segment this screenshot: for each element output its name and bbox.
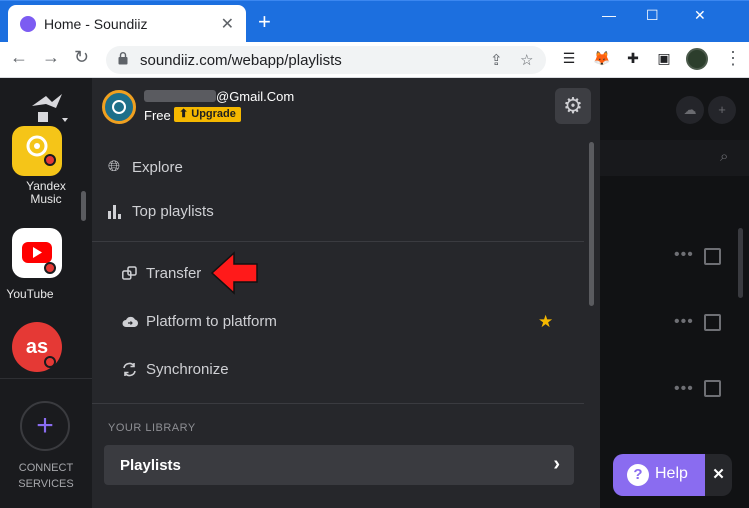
soundiiz-favicon-icon xyxy=(20,16,36,32)
tab-strip: Home - Soundiiz ✕ + — ☐ ✕ xyxy=(0,0,749,43)
library-heading: YOUR LIBRARY xyxy=(108,422,196,434)
lastfm-service[interactable]: as xyxy=(12,322,62,372)
library-item-playlists[interactable]: Playlists › xyxy=(104,445,574,485)
browser-chrome: Home - Soundiiz ✕ + — ☐ ✕ ← → ↻ soundiiz… xyxy=(0,0,749,78)
minimize-button[interactable]: — xyxy=(602,7,616,23)
help-close-button[interactable]: ✕ xyxy=(705,454,732,496)
content-scrollbar[interactable] xyxy=(738,228,743,298)
redacted-username xyxy=(144,90,216,102)
panel-scrollbar[interactable] xyxy=(589,142,594,306)
extensions-icon[interactable]: ✚ xyxy=(624,50,642,68)
help-label: Help xyxy=(655,465,688,482)
menu-item-explore[interactable]: Explore xyxy=(132,159,183,176)
soundiiz-logo-icon[interactable] xyxy=(28,88,72,128)
menu-divider xyxy=(92,241,584,242)
address-bar[interactable]: soundiiz.com/webapp/playlists ⇪ ☆ xyxy=(106,46,546,74)
services-rail: Yandex Music YouTube as + CONNECT SERVIC… xyxy=(0,78,92,508)
disconnected-badge xyxy=(44,356,56,368)
content-area-dimmed: ☁ + ⌕ ••• ••• ••• ? Help ✕ xyxy=(600,78,749,508)
settings-gear-icon[interactable]: ⚙ xyxy=(555,88,591,124)
menu-item-top-playlists[interactable]: Top playlists xyxy=(132,203,214,220)
menu-divider xyxy=(92,403,584,404)
yandex-music-service[interactable] xyxy=(12,126,62,176)
content-header: ☁ + xyxy=(600,78,749,140)
service-label-yandex: Yandex Music xyxy=(26,179,66,206)
new-tab-button[interactable]: + xyxy=(258,11,271,33)
youtube-service[interactable] xyxy=(12,228,62,278)
upgrade-button[interactable]: ⬆ Upgrade xyxy=(174,107,241,122)
lock-icon xyxy=(118,52,128,65)
cloud-upload-icon[interactable]: ☁ xyxy=(676,96,704,124)
premium-star-icon: ★ xyxy=(538,312,554,331)
question-icon: ? xyxy=(627,464,649,486)
side-panel-icon[interactable]: ▣ xyxy=(655,50,673,68)
url-text: soundiiz.com/webapp/playlists xyxy=(140,52,342,69)
rail-scrollbar[interactable] xyxy=(81,191,86,221)
row-checkbox[interactable] xyxy=(704,314,721,331)
power-icon xyxy=(112,100,126,114)
transfer-icon xyxy=(122,266,137,280)
row-checkbox[interactable] xyxy=(704,248,721,265)
bookmark-star-icon[interactable]: ☆ xyxy=(520,51,533,69)
help-button[interactable]: ? Help xyxy=(613,454,705,496)
connect-services-label: CONNECT SERVICES xyxy=(18,462,74,490)
maximize-button[interactable]: ☐ xyxy=(646,7,659,24)
user-avatar[interactable] xyxy=(102,90,136,124)
navigation-panel: @Gmail.Com Free ⬆ Upgrade ⚙ 🌐︎ Explore T… xyxy=(92,78,600,508)
bar-chart-icon xyxy=(108,205,121,219)
chevron-right-icon: › xyxy=(553,453,560,475)
disconnected-badge xyxy=(44,262,56,274)
share-icon[interactable]: ⇪ xyxy=(490,51,503,69)
menu-item-transfer[interactable]: Transfer xyxy=(146,265,201,282)
close-window-button[interactable]: ✕ xyxy=(694,7,706,24)
rail-divider xyxy=(0,378,92,379)
red-arrow-annotation xyxy=(210,251,258,295)
reload-button[interactable]: ↻ xyxy=(74,47,89,68)
soundiiz-app: Yandex Music YouTube as + CONNECT SERVIC… xyxy=(0,78,749,508)
row-checkbox[interactable] xyxy=(704,380,721,397)
account-email: @Gmail.Com xyxy=(144,89,294,104)
search-icon: ⌕ xyxy=(720,148,729,165)
profile-avatar[interactable] xyxy=(686,48,708,70)
row-more-icon[interactable]: ••• xyxy=(674,380,694,398)
content-search-bar[interactable]: ⌕ xyxy=(600,140,749,176)
service-label-youtube: YouTube xyxy=(6,287,54,301)
reading-list-icon[interactable]: ☰ xyxy=(560,50,578,68)
tab-close-icon[interactable]: ✕ xyxy=(221,14,234,34)
back-button[interactable]: ← xyxy=(10,47,28,68)
plan-label: Free xyxy=(144,108,171,123)
yandex-music-icon xyxy=(26,135,48,157)
playlists-label: Playlists xyxy=(120,457,181,474)
globe-icon: 🌐︎ xyxy=(108,158,121,175)
connect-services-button[interactable]: + xyxy=(20,401,70,451)
plus-icon: + xyxy=(36,409,54,442)
tab-home-soundiiz[interactable]: Home - Soundiiz ✕ xyxy=(8,5,246,43)
platform-cloud-icon xyxy=(122,316,138,327)
row-more-icon[interactable]: ••• xyxy=(674,313,694,331)
menu-item-platform-to-platform[interactable]: Platform to platform xyxy=(146,313,277,330)
add-icon[interactable]: + xyxy=(708,96,736,124)
synchronize-icon xyxy=(123,362,136,377)
forward-button[interactable]: → xyxy=(42,47,60,68)
browser-toolbar: ← → ↻ soundiiz.com/webapp/playlists ⇪ ☆ … xyxy=(0,42,749,78)
tab-title: Home - Soundiiz xyxy=(44,16,148,32)
row-more-icon[interactable]: ••• xyxy=(674,246,694,264)
browser-menu-icon[interactable]: ⋮ xyxy=(724,48,742,69)
svg-text:as: as xyxy=(26,336,48,358)
disconnected-badge xyxy=(44,154,56,166)
menu-item-synchronize[interactable]: Synchronize xyxy=(146,361,229,378)
metamask-icon[interactable]: 🦊 xyxy=(593,50,611,68)
